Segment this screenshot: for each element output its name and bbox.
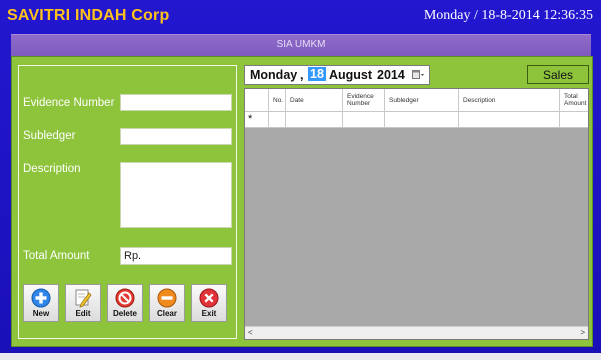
date-year[interactable]: 2014 bbox=[377, 68, 405, 82]
edit-button-label: Edit bbox=[75, 309, 91, 318]
delete-button[interactable]: Delete bbox=[107, 284, 143, 322]
total-amount-label: Total Amount bbox=[23, 250, 90, 262]
column-header-evidence-number[interactable]: Evidence Number bbox=[342, 89, 384, 111]
horizontal-scrollbar[interactable]: < > bbox=[245, 326, 588, 339]
new-row[interactable]: * bbox=[245, 111, 588, 128]
clear-button-label: Clear bbox=[156, 309, 177, 318]
new-row-cell-date[interactable] bbox=[285, 112, 342, 127]
clear-button[interactable]: Clear bbox=[149, 284, 185, 322]
subledger-field[interactable] bbox=[120, 128, 232, 145]
new-row-marker: * bbox=[248, 113, 253, 125]
company-name: SAVITRI INDAH Corp bbox=[7, 7, 170, 24]
exit-button[interactable]: Exit bbox=[191, 284, 227, 322]
form-title: Sales Form bbox=[527, 65, 589, 100]
evidence-number-field[interactable] bbox=[120, 94, 232, 111]
sales-grid[interactable]: No. Date Evidence Number Subledger Descr… bbox=[244, 88, 589, 340]
date-picker[interactable]: Monday , 18 August 2014 bbox=[244, 65, 430, 85]
minus-icon bbox=[157, 288, 177, 308]
subtitle-bar: SIA UMKM bbox=[11, 34, 591, 57]
pencil-icon bbox=[75, 289, 92, 308]
new-row-cell-description[interactable] bbox=[458, 112, 559, 127]
calendar-dropdown-icon[interactable] bbox=[412, 70, 425, 80]
bottom-strip bbox=[0, 353, 601, 360]
column-header-description[interactable]: Description bbox=[458, 89, 559, 111]
column-header-date[interactable]: Date bbox=[285, 89, 342, 111]
new-row-cell-total-amount[interactable] bbox=[559, 112, 588, 127]
scroll-right-arrow[interactable]: > bbox=[580, 327, 585, 339]
datetime-display: Monday / 18-8-2014 12:36:35 bbox=[423, 8, 593, 23]
column-header-total-amount[interactable]: Total Amount bbox=[559, 89, 588, 111]
column-header-no[interactable]: No. bbox=[268, 89, 285, 111]
new-button-label: New bbox=[32, 309, 50, 318]
no-entry-icon bbox=[115, 288, 135, 308]
grid-header: No. Date Evidence Number Subledger Descr… bbox=[245, 89, 588, 111]
plus-icon bbox=[31, 288, 51, 308]
new-row-cell-evidence-number[interactable] bbox=[342, 112, 384, 127]
row-selector-header bbox=[245, 89, 268, 111]
new-button[interactable]: New bbox=[23, 284, 59, 322]
main-panel: Evidence Number Subledger Description To… bbox=[11, 56, 593, 347]
subledger-label: Subledger bbox=[23, 130, 76, 142]
scroll-left-arrow[interactable]: < bbox=[248, 327, 253, 339]
date-day-name: Monday bbox=[250, 68, 298, 82]
entry-form: Evidence Number Subledger Description To… bbox=[18, 65, 237, 339]
sales-list-area: Monday , 18 August 2014 Sales Form No. D… bbox=[244, 65, 589, 340]
date-day[interactable]: 18 bbox=[308, 67, 326, 81]
exit-button-label: Exit bbox=[201, 309, 217, 318]
date-month[interactable]: August bbox=[329, 68, 372, 82]
edit-button[interactable]: Edit bbox=[65, 284, 101, 322]
delete-button-label: Delete bbox=[112, 309, 137, 318]
app-window: SAVITRI INDAH Corp Monday / 18-8-2014 12… bbox=[0, 0, 601, 356]
column-header-subledger[interactable]: Subledger bbox=[384, 89, 458, 111]
new-row-cell-subledger[interactable] bbox=[384, 112, 458, 127]
description-field[interactable] bbox=[120, 162, 232, 228]
app-subtitle: SIA UMKM bbox=[276, 39, 326, 50]
new-row-cell-no[interactable] bbox=[268, 112, 285, 127]
total-amount-field[interactable]: Rp. bbox=[120, 247, 232, 265]
date-comma: , bbox=[300, 68, 304, 82]
title-bar: SAVITRI INDAH Corp Monday / 18-8-2014 12… bbox=[0, 0, 601, 34]
close-icon bbox=[199, 288, 219, 308]
description-label: Description bbox=[23, 163, 81, 175]
evidence-number-label: Evidence Number bbox=[23, 97, 115, 109]
